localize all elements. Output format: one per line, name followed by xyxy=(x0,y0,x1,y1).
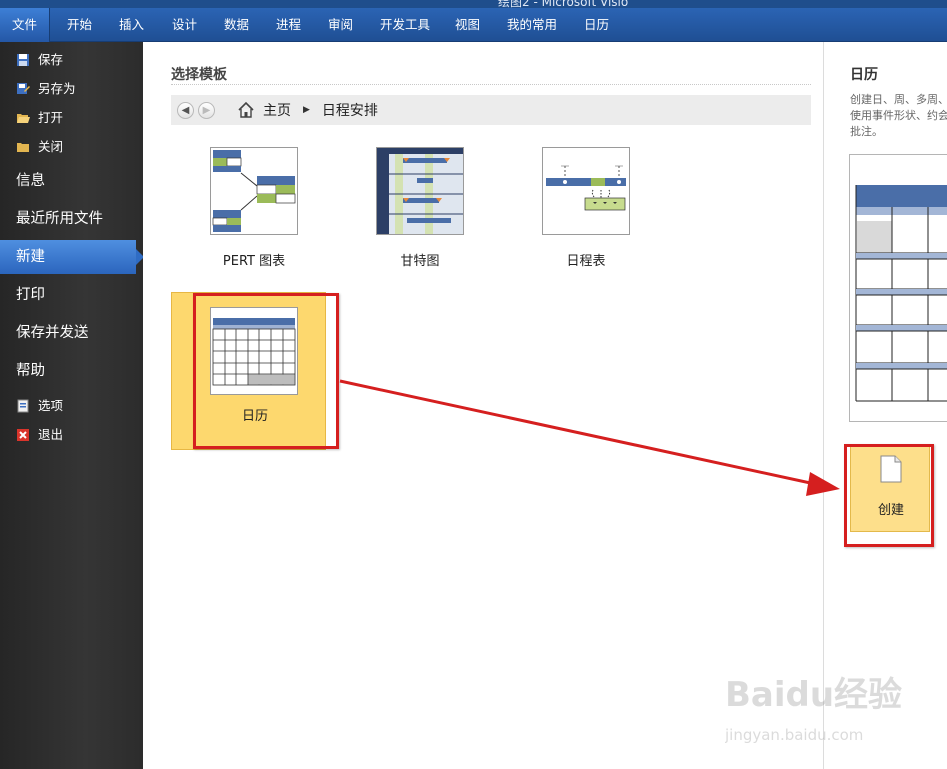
watermark-brand: Baidu经验 xyxy=(725,675,902,715)
baidu-watermark: Baidu经验 jingyan.baidu.com xyxy=(724,660,925,760)
watermark-url: jingyan.baidu.com xyxy=(725,726,863,744)
baidu-logo-icon: Baidu经验 jingyan.baidu.com xyxy=(724,675,902,744)
annotation-arrow xyxy=(339,379,840,496)
